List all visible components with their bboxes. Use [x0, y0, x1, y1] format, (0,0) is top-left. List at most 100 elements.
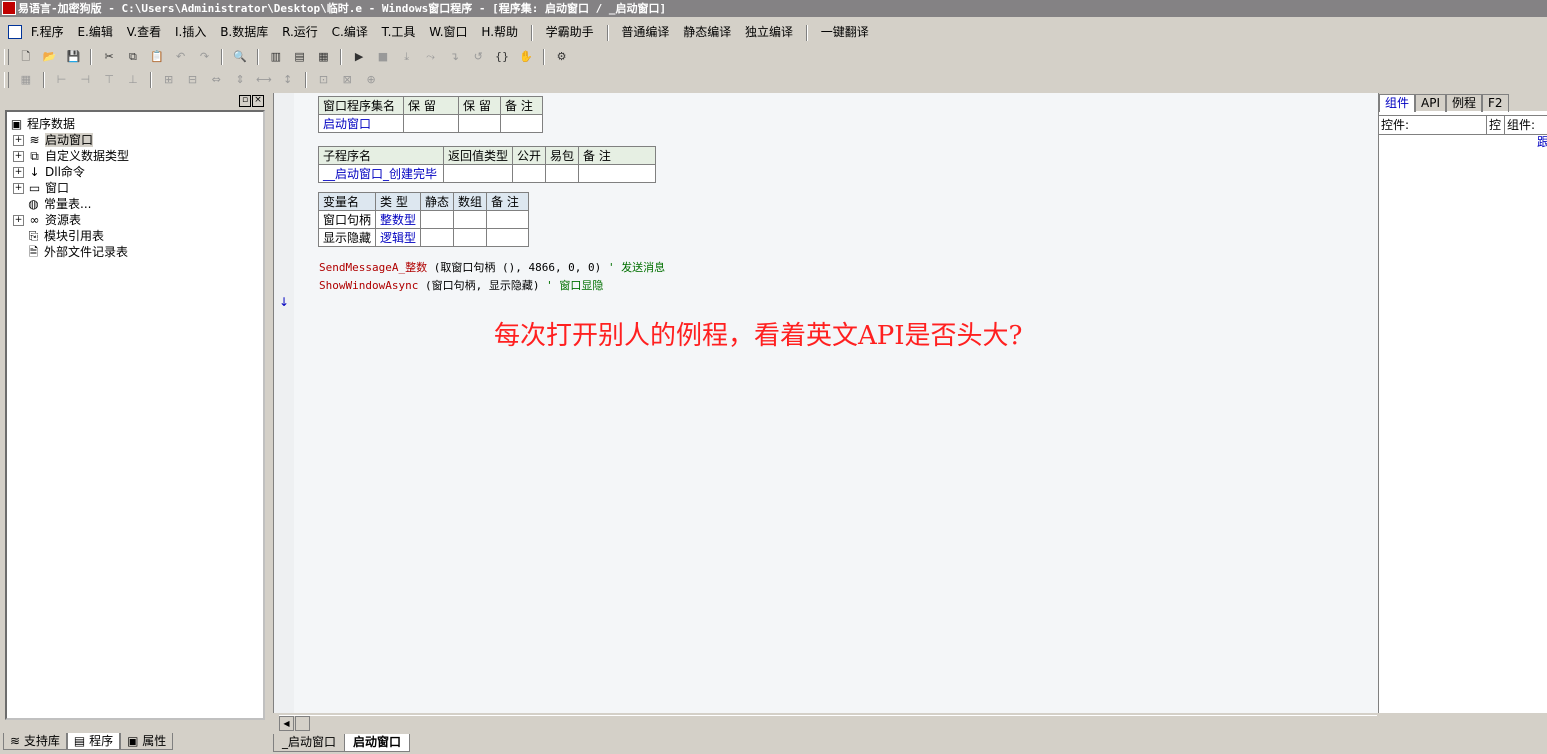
same-height-icon[interactable]: ⇕	[231, 71, 249, 89]
redo-icon[interactable]: ↷	[195, 48, 213, 66]
tab-f2[interactable]: F2	[1482, 94, 1509, 112]
tree-item-dll-commands[interactable]: + ↓ Dll命令	[13, 164, 85, 180]
var-type-cell[interactable]: 逻辑型	[375, 228, 422, 247]
var-cell[interactable]	[486, 210, 530, 229]
menu-window[interactable]: W.窗口	[424, 21, 472, 43]
center-window-h-icon[interactable]: ⊡	[314, 71, 332, 89]
center-h-icon[interactable]: ⊞	[160, 71, 178, 89]
step4-icon[interactable]: ↺	[469, 48, 487, 66]
var-name-cell[interactable]: 显示隐藏	[317, 228, 377, 247]
align-bottom-icon[interactable]: ⊥	[124, 71, 142, 89]
tree-root[interactable]: ▣ 程序数据	[9, 116, 75, 132]
tree-item-resources[interactable]: + ∞ 资源表	[13, 212, 81, 228]
tree-item-constants[interactable]: ◍ 常量表...	[26, 196, 91, 212]
var-cell[interactable]	[453, 228, 488, 247]
align-left-icon[interactable]: ⊢	[52, 71, 70, 89]
scroll-thumb[interactable]	[295, 716, 310, 731]
sub-cell[interactable]	[578, 164, 657, 183]
tab-sub-startup-window[interactable]: _启动窗口	[273, 734, 346, 752]
code-editor[interactable]: ↓ 窗口程序集名 保 留 保 留 备 注 启动窗口 子程序名 返回值类型 公开 …	[273, 93, 1378, 713]
menu-database[interactable]: B.数据库	[215, 21, 273, 43]
space-h-icon[interactable]: ⟷	[255, 71, 273, 89]
toolbar-grip[interactable]	[4, 72, 9, 88]
assembly-cell[interactable]	[403, 114, 459, 133]
open-folder-icon[interactable]: 📂	[41, 48, 59, 66]
project-tree[interactable]: ▣ 程序数据 + ≋ 启动窗口 + ⧉ 自定义数据类型 + ↓ Dll命令 + ▭ 窗口 ◍ 常量表…	[5, 110, 265, 720]
sub-name-cell[interactable]: __启动窗口_创建完毕	[318, 164, 444, 183]
expand-icon[interactable]: +	[13, 135, 24, 146]
menu-program[interactable]: F.程序	[26, 21, 69, 43]
expand-icon[interactable]: +	[13, 167, 24, 178]
tab-api[interactable]: API	[1415, 94, 1446, 112]
panel-close-button[interactable]: ×	[252, 95, 264, 107]
same-width-icon[interactable]: ⇔	[207, 71, 225, 89]
save-icon[interactable]: 💾	[64, 48, 82, 66]
center-window-icon[interactable]: ⊕	[362, 71, 380, 89]
assembly-cell[interactable]	[500, 114, 543, 133]
tool-icon[interactable]: ⚙	[553, 48, 571, 66]
expand-icon[interactable]: +	[13, 183, 24, 194]
layout2-icon[interactable]: ▤	[291, 48, 309, 66]
menu-help[interactable]: H.帮助	[476, 21, 523, 43]
menu-standalone-compile[interactable]: 独立编译	[740, 21, 798, 43]
copy-icon[interactable]: ⧉	[124, 48, 142, 66]
tree-item-custom-types[interactable]: + ⧉ 自定义数据类型	[13, 148, 129, 164]
menu-run[interactable]: R.运行	[277, 21, 323, 43]
menu-static-compile[interactable]: 静态编译	[678, 21, 736, 43]
sub-cell[interactable]	[512, 164, 547, 183]
menu-edit[interactable]: E.编辑	[72, 21, 117, 43]
hand-icon[interactable]: ✋	[517, 48, 535, 66]
align-top-icon[interactable]: ⊤	[100, 71, 118, 89]
toolbar-grip[interactable]	[4, 49, 9, 65]
tree-item-windows[interactable]: + ▭ 窗口	[13, 180, 69, 196]
assembly-cell[interactable]	[458, 114, 501, 133]
tree-item-startup-window[interactable]: + ≋ 启动窗口	[13, 132, 94, 148]
step1-icon[interactable]: ⤓	[398, 48, 416, 66]
layout3-icon[interactable]: ▦	[314, 48, 332, 66]
scroll-left-button[interactable]: ◀	[279, 716, 294, 731]
center-window-v-icon[interactable]: ⊠	[338, 71, 356, 89]
cut-icon[interactable]: ✂	[100, 48, 118, 66]
sub-cell[interactable]	[545, 164, 580, 183]
var-cell[interactable]	[420, 228, 455, 247]
tab-support-library[interactable]: ≋ 支持库	[3, 733, 67, 750]
align-right-icon[interactable]: ⊣	[76, 71, 94, 89]
code-line[interactable]: ShowWindowAsync (窗口句柄, 显示隐藏) ' 窗口显隐	[319, 277, 603, 293]
menu-compile[interactable]: C.编译	[327, 21, 373, 43]
tab-properties[interactable]: ▣ 属性	[120, 733, 174, 750]
expand-icon[interactable]: +	[13, 151, 24, 162]
tab-program[interactable]: ▤ 程序	[66, 733, 121, 750]
var-cell[interactable]	[420, 210, 455, 229]
new-file-icon[interactable]: 🗋	[17, 48, 35, 66]
menu-app-icon[interactable]	[8, 25, 22, 39]
undo-icon[interactable]: ↶	[172, 48, 190, 66]
run-icon[interactable]: ▶	[350, 48, 368, 66]
align-grid-icon[interactable]: ▦	[17, 71, 35, 89]
menu-one-click-translate[interactable]: 一键翻译	[816, 21, 874, 43]
find-icon[interactable]: 🔍	[231, 48, 249, 66]
var-cell[interactable]	[453, 210, 488, 229]
expand-icon[interactable]: +	[13, 215, 24, 226]
assembly-table[interactable]: 窗口程序集名 保 留 保 留 备 注 启动窗口	[318, 96, 543, 133]
stop-icon[interactable]: ■	[374, 48, 392, 66]
tab-startup-window[interactable]: 启动窗口	[344, 734, 411, 752]
center-v-icon[interactable]: ⊟	[183, 71, 201, 89]
menu-tools[interactable]: T.工具	[377, 21, 421, 43]
layout1-icon[interactable]: ▥	[267, 48, 285, 66]
menu-study-assistant[interactable]: 学霸助手	[541, 21, 599, 43]
assembly-name-cell[interactable]: 启动窗口	[318, 114, 404, 133]
step2-icon[interactable]: ⤳	[422, 48, 440, 66]
menu-view[interactable]: V.查看	[122, 21, 166, 43]
tree-item-external-files[interactable]: 🗎 外部文件记录表	[26, 244, 128, 260]
menu-normal-compile[interactable]: 普通编译	[616, 21, 674, 43]
var-cell[interactable]	[486, 228, 530, 247]
var-name-cell[interactable]: 窗口句柄	[317, 210, 377, 229]
menu-insert[interactable]: I.插入	[170, 21, 211, 43]
step3-icon[interactable]: ↴	[445, 48, 463, 66]
panel-restore-button[interactable]: ▫	[239, 95, 251, 107]
var-type-cell[interactable]: 整数型	[375, 210, 422, 229]
tree-item-module-refs[interactable]: ⎘ 模块引用表	[26, 228, 104, 244]
space-v-icon[interactable]: ↕	[279, 71, 297, 89]
step5-icon[interactable]: {}	[493, 48, 511, 66]
editor-hscrollbar[interactable]: ◀	[279, 715, 1377, 731]
